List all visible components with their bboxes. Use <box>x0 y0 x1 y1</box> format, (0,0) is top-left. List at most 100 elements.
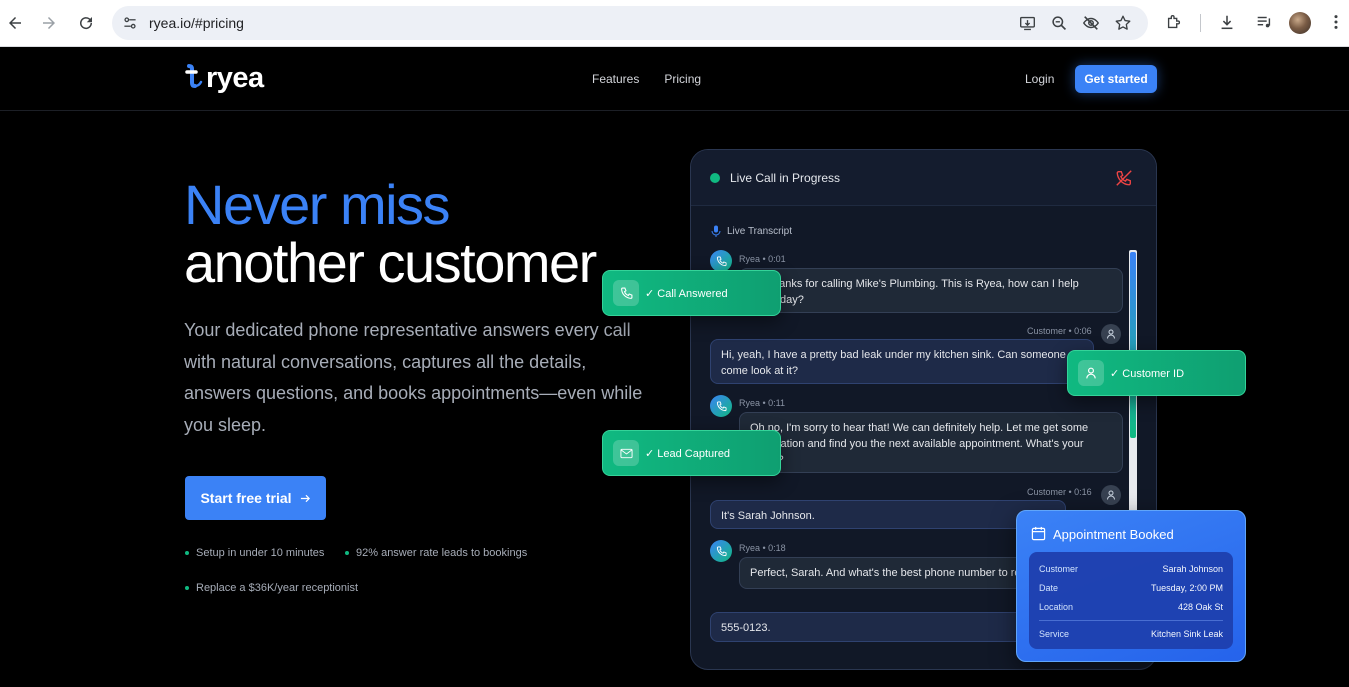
message-text: Hi, yeah, I have a pretty bad leak under… <box>721 349 1066 361</box>
browser-toolbar: ryea.io/#pricing <box>0 0 1349 47</box>
customer-message: Hi, yeah, I have a pretty bad leak under… <box>710 339 1094 384</box>
site-header: ryea Features Pricing Login Get started <box>0 47 1349 111</box>
appointment-row: Location 428 Oak St <box>1039 602 1223 612</box>
feature-bullet: Replace a $36K/year receptionist <box>185 582 358 594</box>
mail-icon <box>613 440 639 466</box>
appointment-row: Customer Sarah Johnson <box>1039 564 1223 574</box>
site-logo[interactable]: ryea <box>184 61 264 95</box>
message-meta: Customer • 0:06 <box>1027 326 1092 336</box>
badge-label: ✓ Lead Captured <box>645 447 731 460</box>
message-meta: Ryea • 0:01 <box>739 254 786 264</box>
nav-pricing-link[interactable]: Pricing <box>664 72 701 86</box>
feature-bullet: Setup in under 10 minutes <box>185 547 324 559</box>
calendar-icon <box>1031 526 1046 541</box>
customer-avatar <box>1101 324 1121 344</box>
main-nav: Features Pricing <box>592 72 701 86</box>
phone-icon <box>716 545 727 556</box>
more-menu-icon[interactable] <box>1326 12 1346 32</box>
bookmark-star-icon[interactable] <box>1114 14 1132 32</box>
message-text: name? <box>750 452 1112 468</box>
bullet-dot <box>345 551 349 555</box>
logo-text: ryea <box>206 61 264 94</box>
transcript-label-text: Live Transcript <box>727 225 793 237</box>
appointment-row: Date Tuesday, 2:00 PM <box>1039 583 1223 593</box>
cta-label: Start free trial <box>200 490 292 506</box>
ai-message: Oh no, I'm sorry to hear that! We can de… <box>739 412 1123 473</box>
row-value: Tuesday, 2:00 PM <box>1150 583 1223 593</box>
row-value: Sarah Johnson <box>1162 564 1223 574</box>
appointment-card: Appointment Booked Customer Sarah Johnso… <box>1016 510 1246 662</box>
web-page: ryea Features Pricing Login Get started … <box>0 47 1349 687</box>
microphone-icon <box>711 225 721 237</box>
reload-icon[interactable] <box>74 11 98 35</box>
nav-features-link[interactable]: Features <box>592 72 639 86</box>
feature-bullet: 92% answer rate leads to bookings <box>345 547 527 559</box>
appointment-row: Service Kitchen Sink Leak <box>1039 629 1223 639</box>
message-text: you today? <box>750 294 804 306</box>
row-value: 428 Oak St <box>1177 602 1223 612</box>
scrollbar-thumb[interactable] <box>1130 252 1136 438</box>
badge-label: ✓ Customer ID <box>1110 367 1185 380</box>
hero-subtext: Your dedicated phone representative answ… <box>184 320 643 435</box>
user-icon <box>1107 329 1115 339</box>
phone-icon <box>716 400 727 411</box>
message-text: come look at it? <box>721 365 799 377</box>
message-meta: Customer • 0:16 <box>1027 487 1092 497</box>
message-meta: Ryea • 0:18 <box>739 543 786 553</box>
eye-off-icon[interactable] <box>1082 14 1100 32</box>
customer-id-badge: ✓ Customer ID <box>1067 350 1246 396</box>
row-value: Kitchen Sink Leak <box>1150 629 1223 639</box>
download-icon[interactable] <box>1217 12 1237 32</box>
phone-icon <box>716 255 727 266</box>
zoom-icon[interactable] <box>1050 14 1068 32</box>
arrow-right-icon <box>300 494 310 502</box>
profile-avatar[interactable] <box>1289 12 1311 34</box>
back-icon[interactable] <box>3 11 27 35</box>
forward-icon[interactable] <box>37 11 61 35</box>
get-started-button[interactable]: Get started <box>1075 65 1157 93</box>
headline-line-1: Never miss <box>184 173 451 236</box>
media-controls-icon[interactable] <box>1254 12 1274 32</box>
row-label: Customer <box>1039 564 1079 574</box>
row-label: Service <box>1039 629 1070 639</box>
row-label: Location <box>1039 602 1074 612</box>
call-header: Live Call in Progress <box>691 150 1156 206</box>
call-answered-badge: ✓ Call Answered <box>602 270 781 316</box>
row-label: Date <box>1039 583 1059 593</box>
message-text: It's Sarah Johnson. <box>721 510 815 522</box>
ai-avatar <box>710 540 732 562</box>
site-info-icon[interactable] <box>120 13 140 33</box>
bullet-text: 92% answer rate leads to bookings <box>356 547 528 559</box>
bullet-text: Setup in under 10 minutes <box>196 547 325 559</box>
install-app-icon[interactable] <box>1018 14 1036 32</box>
transcript-label: Live Transcript <box>711 225 792 237</box>
lead-captured-badge: ✓ Lead Captured <box>602 430 781 476</box>
ai-avatar <box>710 250 732 272</box>
divider <box>1039 620 1223 621</box>
call-status: Live Call in Progress <box>730 171 841 185</box>
message-text: Hi! Thanks for calling Mike's Plumbing. … <box>750 278 1079 290</box>
extensions-icon[interactable] <box>1164 12 1184 32</box>
toolbar-separator <box>1200 14 1201 32</box>
start-free-trial-button[interactable]: Start free trial <box>185 476 326 520</box>
ai-message: Hi! Thanks for calling Mike's Plumbing. … <box>739 268 1123 313</box>
appointment-details: Customer Sarah Johnson Date Tuesday, 2:0… <box>1029 552 1233 649</box>
message-meta: Ryea • 0:11 <box>739 398 786 408</box>
bullet-dot <box>185 551 189 555</box>
headline-line-2: another customer <box>184 231 597 294</box>
badge-label: ✓ Call Answered <box>645 287 728 300</box>
ai-avatar <box>710 395 732 417</box>
address-bar[interactable]: ryea.io/#pricing <box>112 6 1148 40</box>
message-text: Oh no, I'm sorry to hear that! We can de… <box>750 422 1089 434</box>
url-text[interactable]: ryea.io/#pricing <box>149 15 244 31</box>
login-link[interactable]: Login <box>1025 72 1054 86</box>
phone-logo-icon <box>185 64 203 88</box>
user-icon <box>1107 490 1115 500</box>
bullet-text: Replace a $36K/year receptionist <box>196 582 359 594</box>
customer-avatar <box>1101 485 1121 505</box>
hang-up-icon[interactable] <box>1115 169 1133 187</box>
user-icon <box>1078 360 1104 386</box>
customer-message: It's Sarah Johnson. <box>710 500 1066 529</box>
live-indicator <box>710 173 720 183</box>
phone-icon <box>613 280 639 306</box>
